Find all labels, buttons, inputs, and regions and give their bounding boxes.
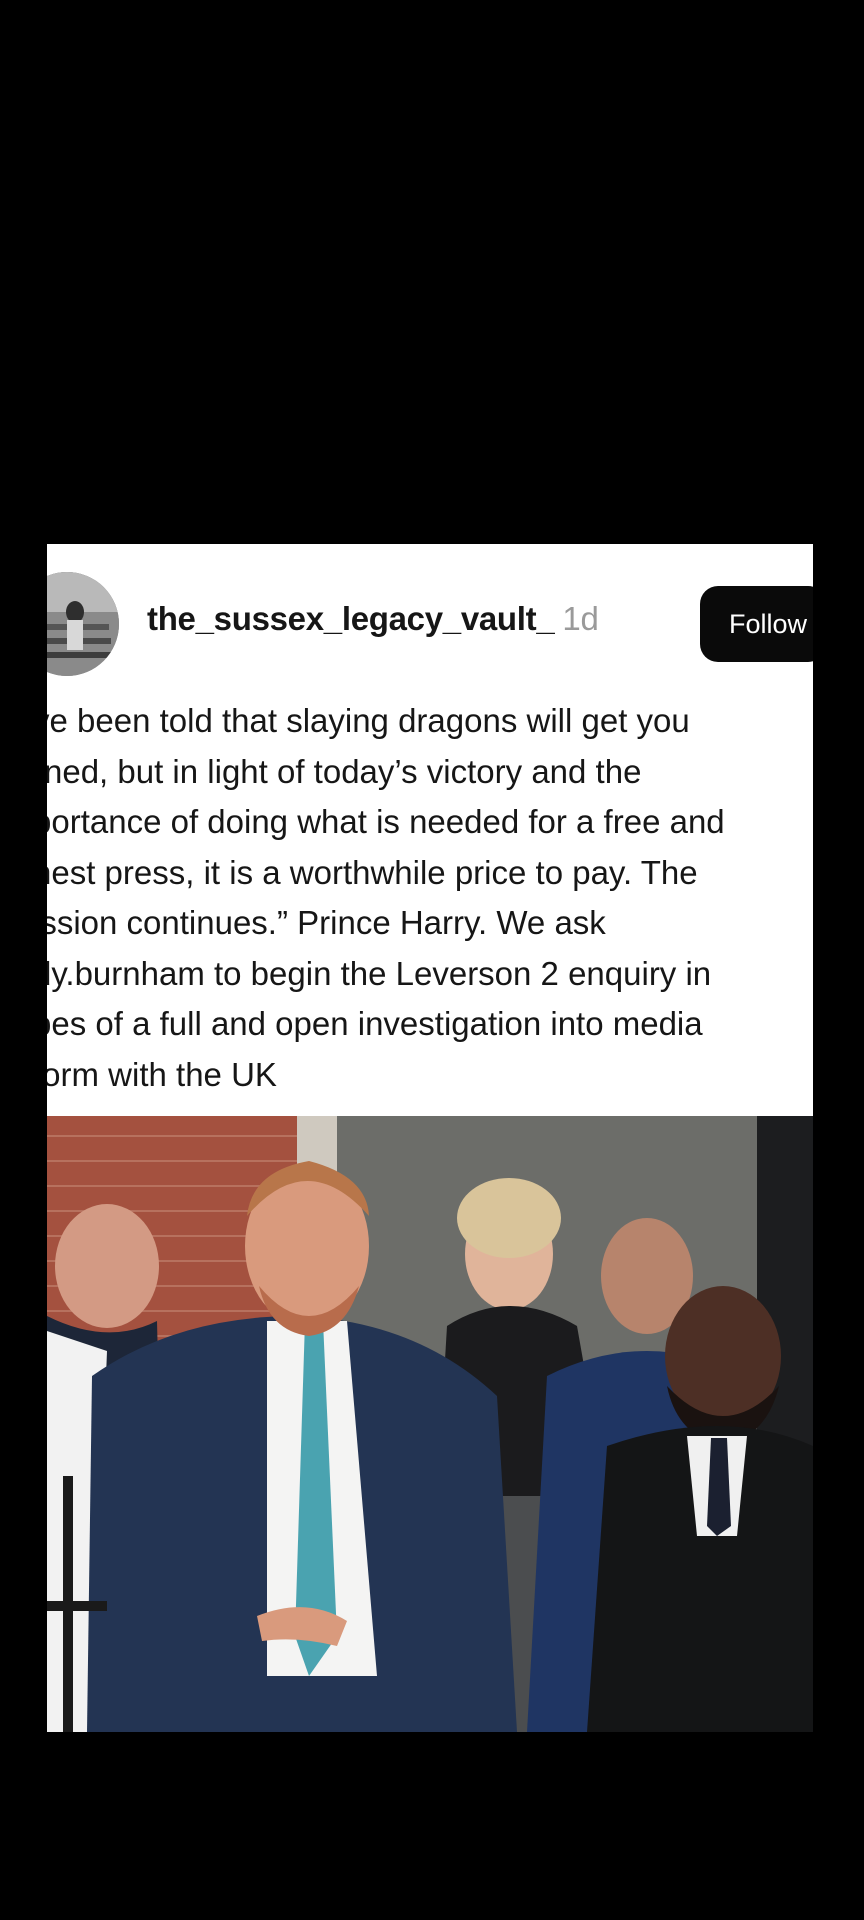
caption-line: ission continues.” Prince Harry. We ask [47,904,606,941]
photo-image [47,1116,813,1732]
caption-line: nest press, it is a worthwhile price to … [47,853,698,891]
caption-line: portance of doing what is needed for a f… [47,803,725,840]
caption-line: form with the UK [47,1055,277,1093]
post-caption: ve been told that slaying dragons will g… [47,696,813,1100]
post-header: the_sussex_legacy_vault_ 1d Follow [47,544,813,676]
caption-line: pes of a full and open investigation int… [47,1005,703,1042]
caption-line: ve been told that slaying dragons will g… [47,702,690,739]
follow-button[interactable]: Follow [700,586,813,662]
post-photo[interactable] [47,1116,813,1732]
avatar-image [47,572,119,676]
caption-line: dy.burnham to begin the Leverson 2 enqui… [47,954,712,992]
caption-line: rned, but in light of today’s victory an… [47,752,642,790]
username[interactable]: the_sussex_legacy_vault_ [147,600,555,637]
avatar[interactable] [47,572,119,676]
post-author[interactable]: the_sussex_legacy_vault_ 1d [147,600,599,638]
post-card: the_sussex_legacy_vault_ 1d Follow ve bee… [47,544,813,1732]
post-timestamp: 1d [562,600,599,637]
